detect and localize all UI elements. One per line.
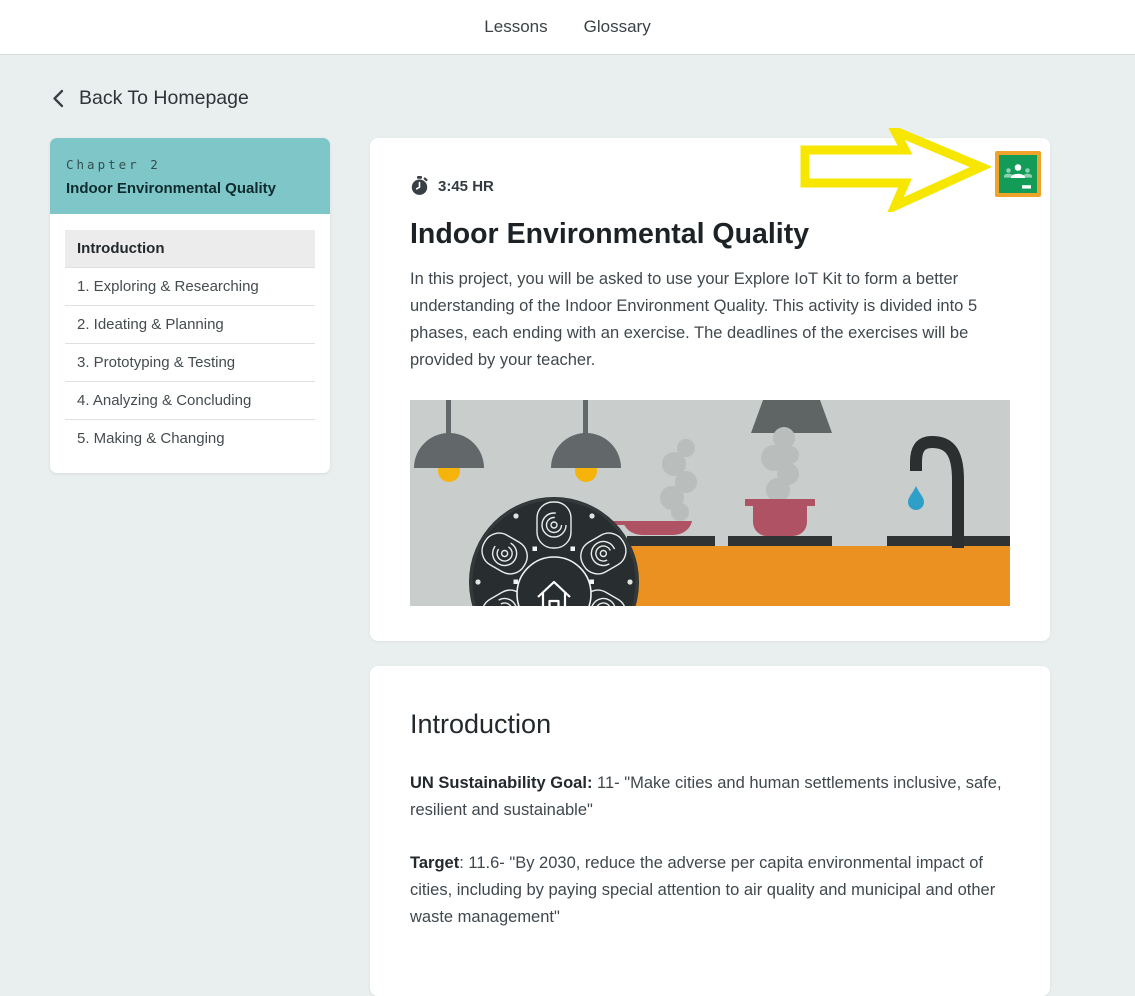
lesson-duration: 3:45 HR bbox=[410, 176, 1010, 196]
target-label: Target bbox=[410, 854, 459, 872]
back-to-homepage-link[interactable]: Back To Homepage bbox=[52, 85, 249, 112]
chapter-title: Indoor Environmental Quality bbox=[66, 180, 314, 197]
target-paragraph: Target: 11.6- "By 2030, reduce the adver… bbox=[410, 850, 1010, 931]
google-classroom-icon bbox=[999, 155, 1037, 193]
google-classroom-button[interactable] bbox=[995, 151, 1041, 197]
lesson-description: In this project, you will be asked to us… bbox=[410, 266, 1010, 374]
nav-link-lessons[interactable]: Lessons bbox=[484, 17, 547, 37]
content-area: Chapter 2 Indoor Environmental Quality I… bbox=[0, 112, 1135, 996]
nav-link-glossary[interactable]: Glossary bbox=[584, 17, 651, 37]
sidebar-item-making-changing[interactable]: 5. Making & Changing bbox=[65, 420, 315, 457]
section-heading-introduction: Introduction bbox=[410, 709, 1010, 740]
chevron-left-icon bbox=[52, 89, 64, 108]
target-text: : 11.6- "By 2030, reduce the adverse per… bbox=[410, 854, 995, 926]
sidebar-item-exploring-researching[interactable]: 1. Exploring & Researching bbox=[65, 268, 315, 306]
main-column: 3:45 HR Indoor Environmental Quality In … bbox=[370, 138, 1050, 996]
chapter-header: Chapter 2 Indoor Environmental Quality bbox=[50, 138, 330, 214]
sidebar-item-introduction[interactable]: Introduction bbox=[65, 230, 315, 268]
chapter-sidebar: Chapter 2 Indoor Environmental Quality I… bbox=[50, 138, 330, 473]
back-label: Back To Homepage bbox=[79, 87, 249, 110]
un-goal-paragraph: UN Sustainability Goal: 11- "Make cities… bbox=[410, 770, 1010, 824]
lesson-card: 3:45 HR Indoor Environmental Quality In … bbox=[370, 138, 1050, 641]
lesson-title: Indoor Environmental Quality bbox=[410, 218, 1010, 251]
chapter-nav-list: Introduction 1. Exploring & Researching … bbox=[50, 214, 330, 473]
sidebar-item-ideating-planning[interactable]: 2. Ideating & Planning bbox=[65, 306, 315, 344]
sidebar-item-prototyping-testing[interactable]: 3. Prototyping & Testing bbox=[65, 344, 315, 382]
lesson-illustration bbox=[410, 400, 1010, 606]
chapter-label: Chapter 2 bbox=[66, 157, 314, 172]
kitchen-iot-illustration bbox=[410, 400, 1010, 606]
un-goal-label: UN Sustainability Goal: bbox=[410, 774, 592, 792]
duration-text: 3:45 HR bbox=[438, 178, 494, 195]
sidebar-item-analyzing-concluding[interactable]: 4. Analyzing & Concluding bbox=[65, 382, 315, 420]
introduction-card: Introduction UN Sustainability Goal: 11-… bbox=[370, 666, 1050, 996]
stopwatch-icon bbox=[410, 176, 429, 196]
top-nav: Lessons Glossary bbox=[0, 0, 1135, 55]
